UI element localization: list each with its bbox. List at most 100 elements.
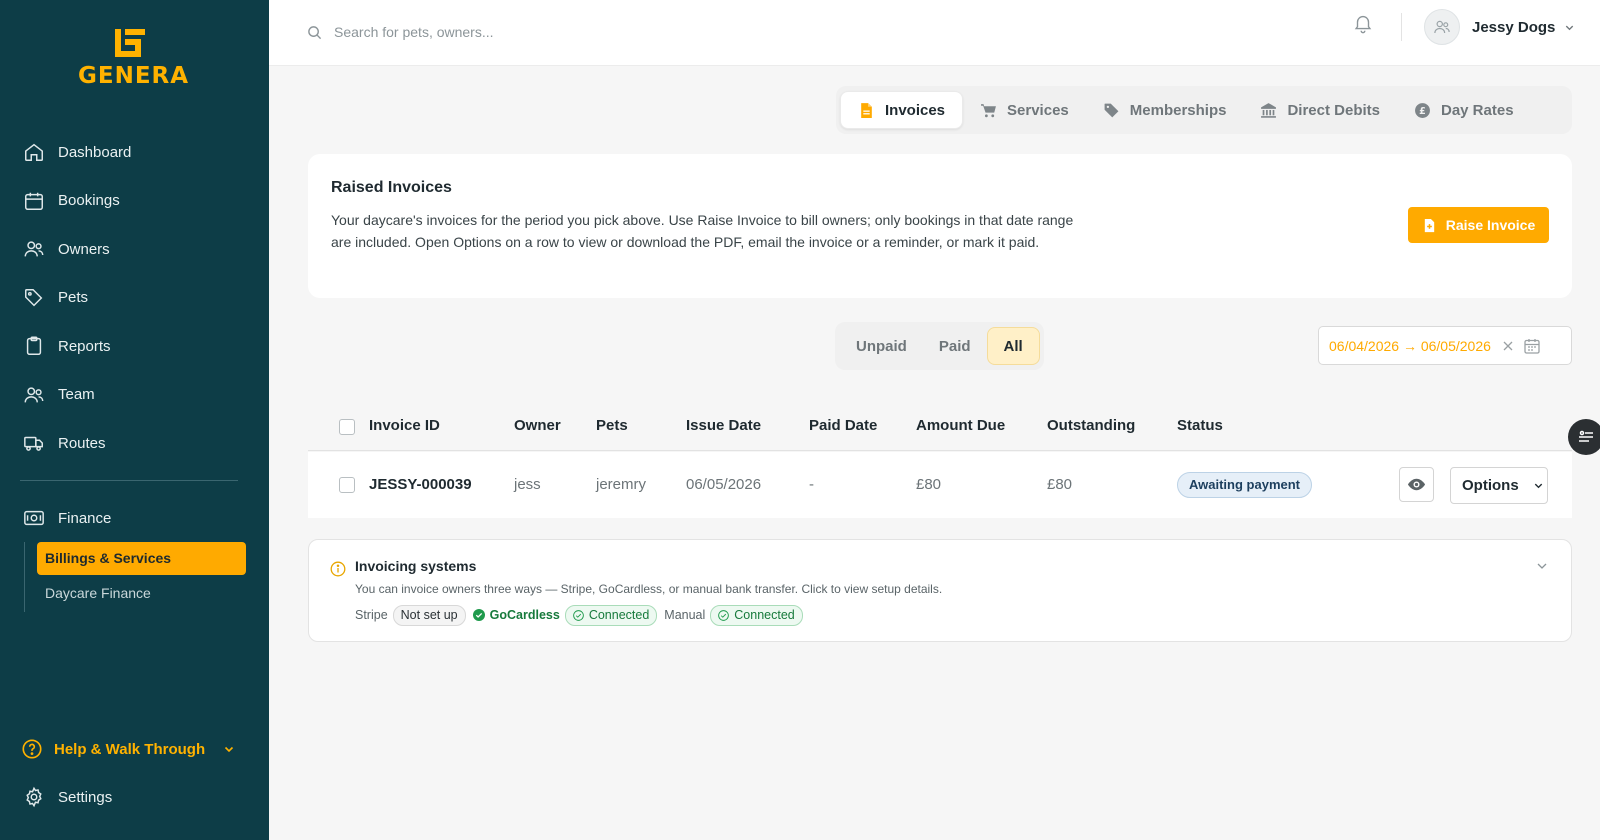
options-dropdown-button[interactable]: Options <box>1450 467 1548 504</box>
filter-unpaid[interactable]: Unpaid <box>840 327 923 365</box>
sidebar-item-reports[interactable]: Reports <box>0 322 269 371</box>
sidebar-item-label: Team <box>58 386 95 404</box>
tab-services[interactable]: Services <box>963 91 1086 129</box>
filter-all[interactable]: All <box>986 327 1040 365</box>
card-description: Your daycare's invoices for the period y… <box>331 212 1074 250</box>
sidebar-item-routes[interactable]: Routes <box>0 419 269 468</box>
calendar-icon <box>25 192 43 210</box>
tag-icon <box>25 288 43 307</box>
sidebar-item-bookings[interactable]: Bookings <box>0 177 269 226</box>
sidebar-item-dashboard[interactable]: Dashboard <box>0 128 269 177</box>
col-status[interactable]: Status <box>1177 417 1223 434</box>
bank-icon <box>1261 102 1277 118</box>
calendar-icon[interactable] <box>1523 337 1541 355</box>
col-pets[interactable]: Pets <box>596 417 628 434</box>
date-range-picker[interactable]: 06/04/2026 → 06/05/2026 <box>1318 326 1572 365</box>
eye-icon <box>1407 478 1426 491</box>
search-input[interactable] <box>334 24 774 40</box>
tag-icon <box>1104 103 1119 117</box>
check-circle-outline-icon <box>572 609 584 621</box>
view-invoice-button[interactable] <box>1399 467 1434 502</box>
chevron-down-icon <box>1566 25 1574 30</box>
gear-icon <box>26 786 42 808</box>
clear-icon[interactable] <box>1503 341 1513 351</box>
cell-pets: jeremry <box>596 476 647 493</box>
gocardless-label: GoCardless <box>489 608 560 622</box>
invoice-table-header: Invoice ID Owner Pets Issue Date Paid Da… <box>308 405 1572 451</box>
invoicing-systems-description: You can invoice owners three ways — Stri… <box>355 582 943 596</box>
status-badge: Awaiting payment <box>1177 472 1313 498</box>
brand-name: GENERA <box>78 63 190 89</box>
gocardless-status-text: Connected <box>588 607 650 622</box>
cart-icon <box>981 103 996 117</box>
document-icon <box>861 102 872 118</box>
list-filter-icon <box>1579 430 1593 442</box>
cell-invoice-id[interactable]: JESSY-000039 <box>369 476 472 493</box>
tab-day-rates[interactable]: £ Day Rates <box>1397 91 1531 129</box>
tab-label: Day Rates <box>1441 101 1514 119</box>
svg-text:£: £ <box>1419 106 1426 117</box>
money-icon <box>24 511 44 526</box>
cell-paid-date: - <box>809 476 814 493</box>
manual-label: Manual <box>664 608 706 622</box>
sidebar-item-label: Bookings <box>58 192 120 210</box>
sidebar-subitem-daycare-finance[interactable]: Daycare Finance <box>37 577 246 610</box>
help-walkthrough-toggle[interactable]: Help & Walk Through <box>21 736 241 762</box>
brand-logo[interactable]: GENERA <box>78 27 190 89</box>
user-menu[interactable]: Jessy Dogs <box>1424 9 1575 45</box>
col-outstanding[interactable]: Outstanding <box>1047 417 1135 434</box>
search-icon <box>308 25 322 39</box>
col-paid-date[interactable]: Paid Date <box>809 417 877 434</box>
sidebar-item-owners[interactable]: Owners <box>0 225 269 274</box>
invoicing-systems-status-line: Stripe Not set up GoCardless Connected M… <box>355 604 803 626</box>
tab-direct-debits[interactable]: Direct Debits <box>1243 91 1397 129</box>
raise-invoice-button[interactable]: Raise Invoice <box>1408 207 1549 243</box>
status-filter: Unpaid Paid All <box>835 322 1044 370</box>
cell-owner: jess <box>514 476 541 493</box>
chevron-down-icon <box>224 746 234 753</box>
tab-label: Direct Debits <box>1287 101 1380 119</box>
sidebar-subitem-billings-services[interactable]: Billings & Services <box>37 542 246 575</box>
gocardless-status-pill: Connected <box>564 604 658 626</box>
manual-status-pill: Connected <box>710 604 803 626</box>
check-circle-icon <box>472 609 485 621</box>
sidebar-section-finance: Finance <box>0 494 269 543</box>
invoicing-systems-title: Invoicing systems <box>355 558 477 574</box>
stripe-label: Stripe <box>355 608 388 622</box>
options-label: Options <box>1462 477 1519 494</box>
invoicing-systems-panel[interactable]: Invoicing systems You can invoice owners… <box>308 539 1572 642</box>
notification-bell-icon[interactable] <box>1352 12 1374 34</box>
row-checkbox[interactable] <box>339 477 355 493</box>
table-row[interactable]: JESSY-000039 jess jeremry 06/05/2026 - £… <box>308 452 1572 518</box>
col-owner[interactable]: Owner <box>514 417 561 434</box>
help-label: Help & Walk Through <box>54 740 206 758</box>
cell-outstanding: £80 <box>1047 476 1073 493</box>
sidebar-item-team[interactable]: Team <box>0 371 269 420</box>
users-icon <box>24 241 44 257</box>
cell-issue-date: 06/05/2026 <box>686 476 762 493</box>
sidebar-item-label: Dashboard <box>58 143 132 161</box>
genera-logo-icon <box>115 29 145 57</box>
tab-label: Memberships <box>1129 101 1227 119</box>
col-invoice-id[interactable]: Invoice ID <box>369 417 440 434</box>
top-bar: Jessy Dogs <box>269 0 1600 66</box>
filter-list-fab[interactable] <box>1568 419 1600 455</box>
sidebar-item-settings[interactable]: Settings <box>0 773 269 822</box>
tab-invoices[interactable]: Invoices <box>840 91 964 129</box>
chevron-down-icon[interactable] <box>1536 560 1548 572</box>
help-circle-icon <box>22 739 42 759</box>
raise-invoice-label: Raise Invoice <box>1445 217 1536 233</box>
sidebar-item-label: Finance <box>58 509 112 527</box>
sidebar-item-pets[interactable]: Pets <box>0 274 269 323</box>
sidebar-item-finance[interactable]: Finance <box>0 494 269 543</box>
add-document-icon <box>1424 218 1434 232</box>
select-all-checkbox[interactable] <box>339 419 355 435</box>
filter-paid[interactable]: Paid <box>923 327 987 365</box>
search-bar[interactable] <box>307 17 807 47</box>
sidebar-item-label: Routes <box>58 434 106 452</box>
col-amount-due[interactable]: Amount Due <box>916 417 1005 434</box>
truck-icon <box>24 437 43 452</box>
clipboard-icon <box>26 336 42 356</box>
col-issue-date[interactable]: Issue Date <box>686 417 761 434</box>
tab-memberships[interactable]: Memberships <box>1086 91 1244 129</box>
